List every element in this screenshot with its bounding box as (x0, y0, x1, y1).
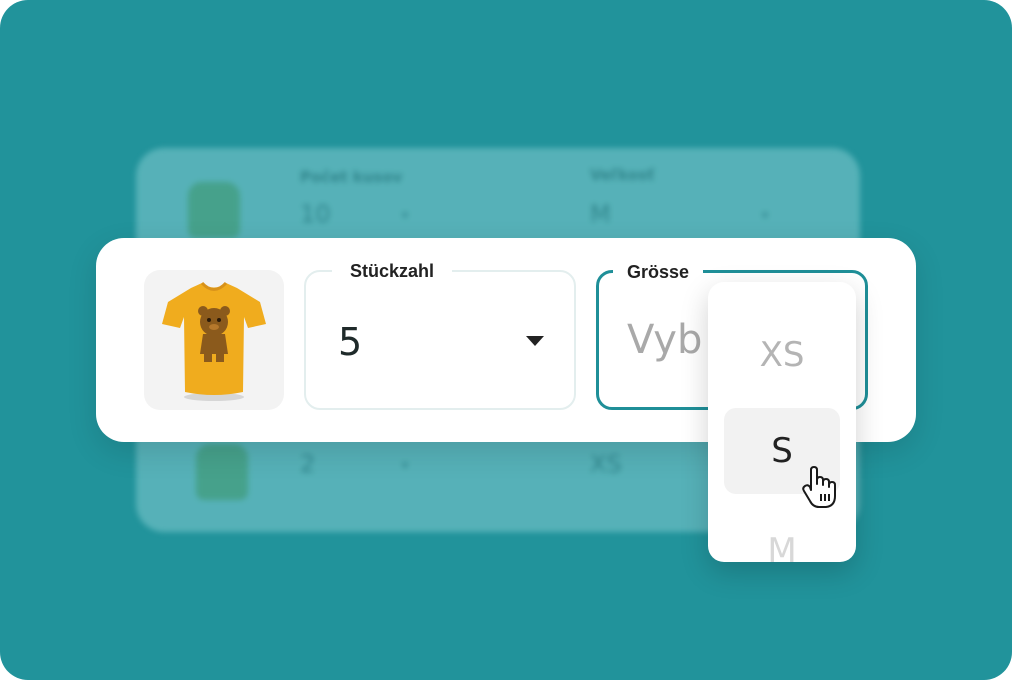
bg-size-value: M (590, 200, 611, 228)
size-dropdown-menu: XS S M (708, 282, 856, 562)
bg-tshirt-icon (188, 182, 240, 238)
bg-qty-value: 10 (300, 200, 331, 228)
size-option-m[interactable]: M (724, 508, 840, 562)
chevron-down-icon[interactable] (526, 336, 544, 346)
bg-tshirt-icon (196, 444, 248, 500)
bg-caret-icon: ▾ (402, 208, 409, 222)
bg-qty-value-2: 2 (300, 450, 316, 478)
bg-size-value-2: XS (590, 450, 622, 478)
bg-caret-icon: ▾ (402, 458, 409, 472)
bg-caret-icon: ▾ (762, 208, 769, 222)
size-placeholder: Vyb (627, 317, 703, 363)
hand-pointer-icon (802, 466, 836, 508)
size-option-xs[interactable]: XS (724, 312, 840, 398)
bg-qty-label: Počet kusov (300, 168, 403, 186)
bg-size-label: Veľkosť (590, 166, 655, 184)
size-label: Grösse (613, 259, 704, 285)
quantity-select[interactable]: Stückzahl 5 (304, 258, 576, 410)
quantity-label: Stückzahl (332, 258, 453, 284)
tshirt-icon (162, 281, 266, 401)
product-thumbnail (144, 270, 284, 410)
quantity-value: 5 (338, 320, 363, 364)
canvas: Počet kusov 10 ▾ Veľkosť M ▾ 2 ▾ XS Stüc… (0, 0, 1012, 680)
